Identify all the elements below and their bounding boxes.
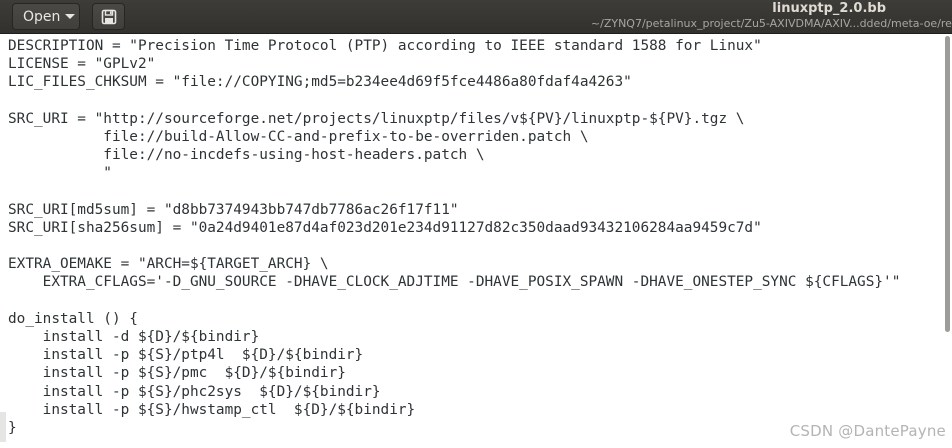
vertical-scrollbar[interactable] [942,34,952,334]
code-line: EXTRA_CFLAGS='-D_GNU_SOURCE -DHAVE_CLOCK… [8,274,901,291]
window-title-block: linuxptp_2.0.bb ~/ZYNQ7/petalinux_projec… [552,1,952,31]
code-line: do_install () { [8,310,138,327]
scrollbar-thumb[interactable] [945,36,950,332]
editor-text-area[interactable]: DESCRIPTION = "Precision Time Protocol (… [0,34,952,448]
file-path: ~/ZYNQ7/petalinux_project/Zu5-AXIVDMA/AX… [590,17,952,30]
code-line: file://build-Allow-CC-and-prefix-to-be-o… [8,128,589,145]
code-line: SRC_URI = "http://sourceforge.net/projec… [8,110,745,127]
code-line: LIC_FILES_CHKSUM = "file://COPYING;md5=b… [8,74,632,91]
code-line: DESCRIPTION = "Precision Time Protocol (… [8,38,762,54]
code-line: install -p ${S}/hwstamp_ctl ${D}/${bindi… [8,401,416,418]
code-line: SRC_URI[sha256sum] = "0a24d9401e87d4af02… [8,219,762,236]
save-button[interactable] [92,3,125,30]
save-disk-icon [101,9,116,24]
code-line: SRC_URI[md5sum] = "d8bb7374943bb747db778… [8,201,459,218]
open-button-label: Open [23,8,61,25]
code-line: file://no-incdefs-using-host-headers.pat… [8,147,485,164]
code-content[interactable]: DESCRIPTION = "Precision Time Protocol (… [0,34,952,437]
text-editor-window: Open linuxptp_2.0.bb ~/ZYNQ7/petalinux_p… [0,0,952,448]
file-title: linuxptp_2.0.bb [772,1,886,16]
code-line: EXTRA_OEMAKE = "ARCH=${TARGET_ARCH} \ [8,256,329,273]
code-line: install -d ${D}/${bindir} [8,329,260,345]
header-bar: Open linuxptp_2.0.bb ~/ZYNQ7/petalinux_p… [0,0,952,34]
code-line: install -p ${S}/ptp4l ${D}/${bindir} [8,347,364,364]
code-line: " [8,165,112,182]
code-line: install -p ${S}/phc2sys ${D}/${bindir} [8,383,381,400]
code-line: install -p ${S}/pmc ${D}/${bindir} [8,365,346,382]
watermark: CSDN @DantePayne [789,422,946,440]
left-edge-marker [0,412,6,442]
open-button[interactable]: Open [12,3,80,30]
code-line: LICENSE = "GPLv2" [8,56,156,73]
chevron-down-icon [65,14,76,19]
